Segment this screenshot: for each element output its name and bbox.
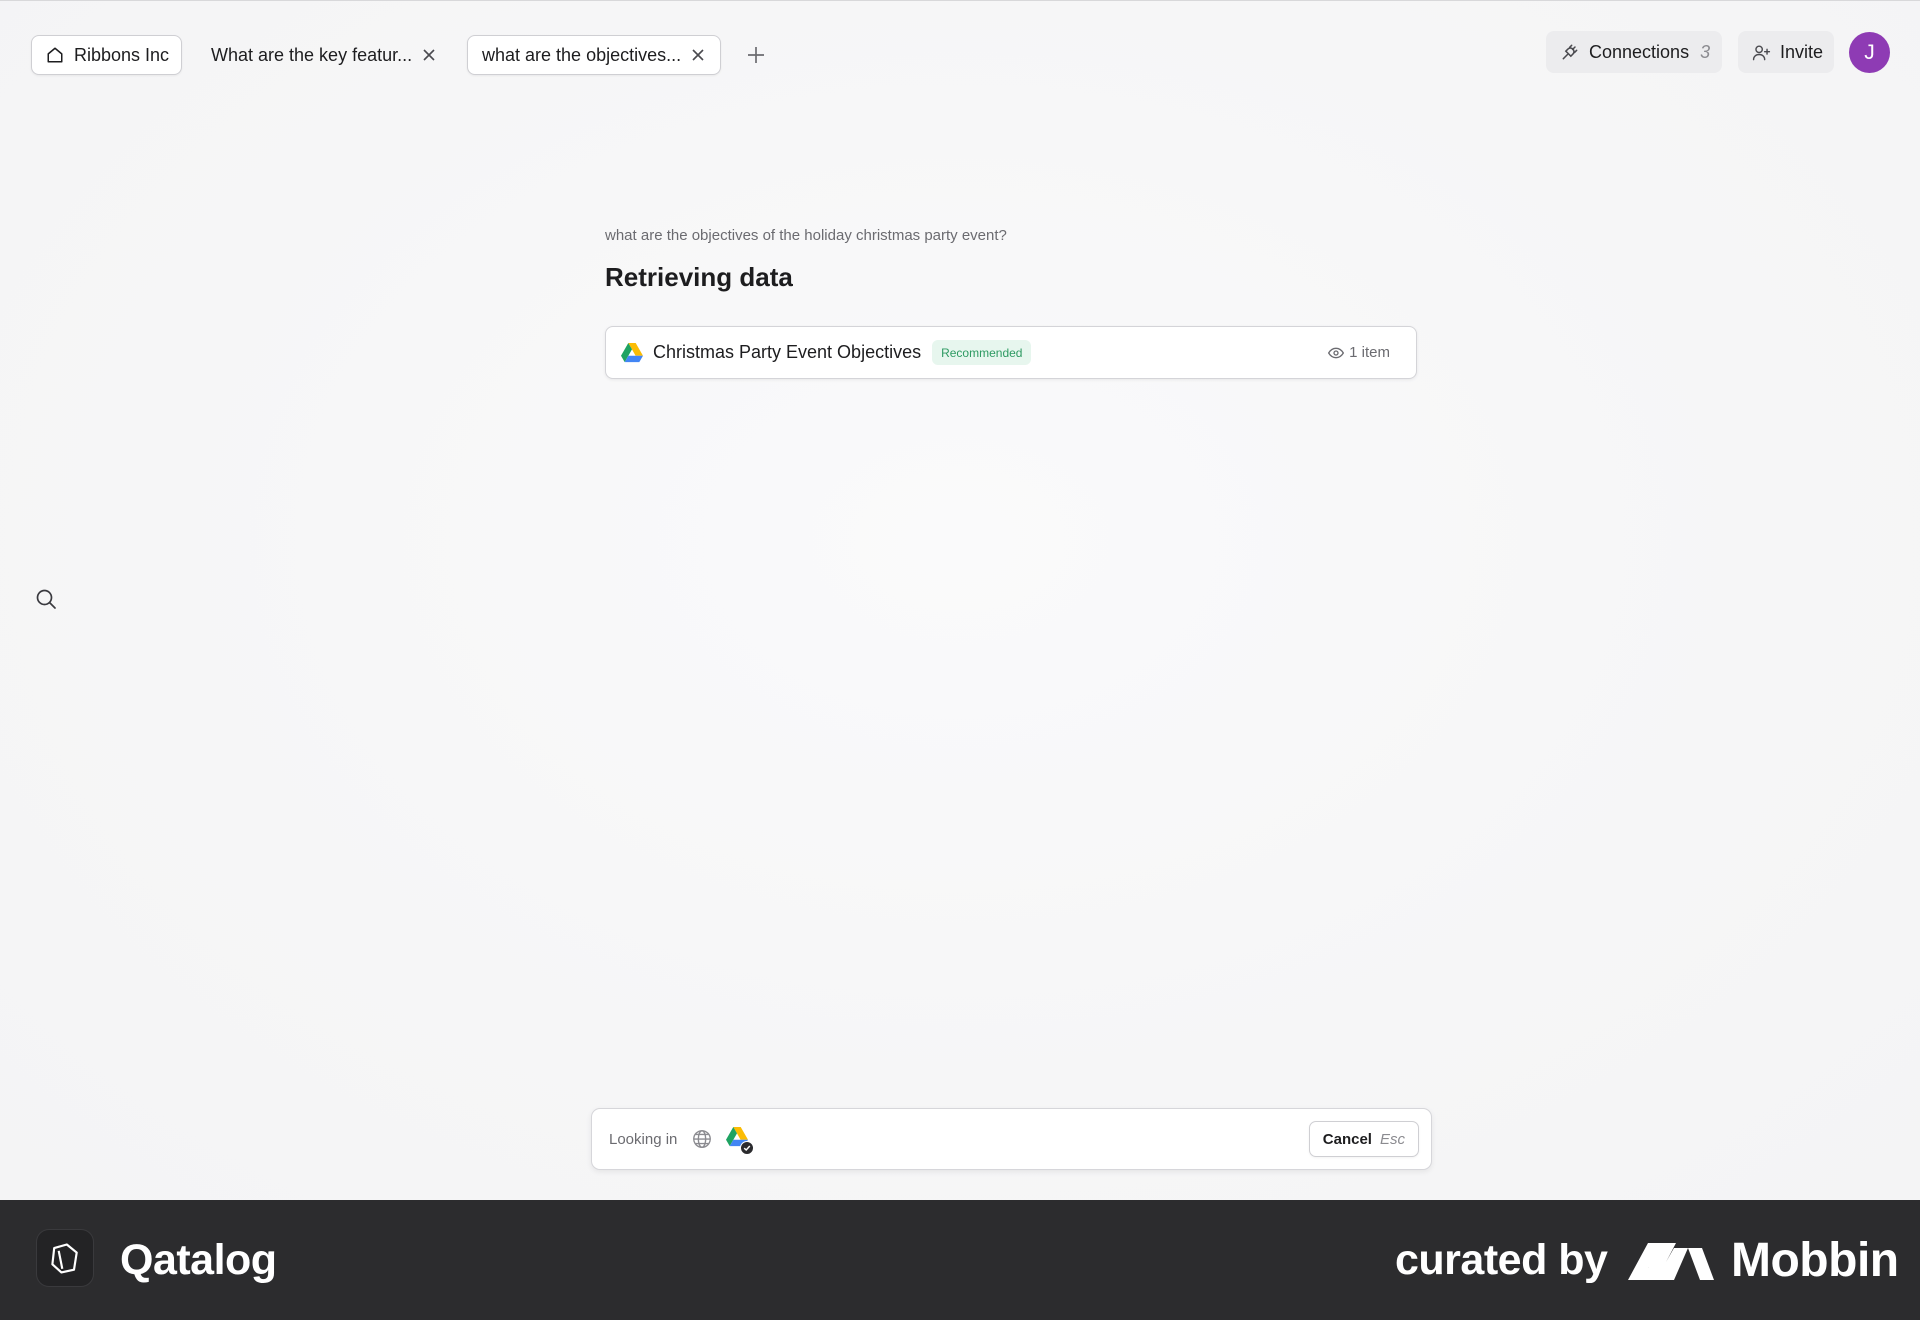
avatar[interactable]: J	[1849, 32, 1890, 73]
qatalog-logo-icon	[37, 1230, 93, 1286]
footer-banner: Qatalog curated by Mobbin	[0, 1200, 1920, 1320]
user-add-icon	[1752, 43, 1771, 62]
looking-in-label: Looking in	[609, 1130, 678, 1148]
cancel-label: Cancel	[1322, 1130, 1372, 1148]
tab-objectives[interactable]: what are the objectives...	[467, 35, 721, 75]
item-count-label: 1 item	[1349, 344, 1390, 361]
plug-icon	[1560, 42, 1580, 62]
close-icon[interactable]	[422, 48, 436, 62]
invite-label: Invite	[1780, 41, 1824, 62]
status-heading: Retrieving data	[605, 262, 793, 292]
tab-label: What are the key featur...	[211, 44, 413, 65]
connections-button[interactable]: Connections 3	[1546, 31, 1722, 73]
globe-icon[interactable]	[691, 1128, 713, 1150]
check-icon	[740, 1141, 755, 1155]
close-icon[interactable]	[691, 48, 705, 62]
status-badge: Recommended	[932, 340, 1032, 365]
google-drive-source[interactable]	[726, 1127, 755, 1155]
google-drive-icon	[621, 342, 643, 363]
brand-name: Qatalog	[120, 1236, 277, 1284]
connections-count: 3	[1700, 41, 1711, 62]
tab-home[interactable]: Ribbons Inc	[31, 35, 182, 75]
query-text: what are the objectives of the holiday c…	[605, 227, 1007, 244]
plus-icon[interactable]	[743, 42, 769, 68]
cancel-shortcut: Esc	[1379, 1130, 1405, 1148]
search-icon[interactable]	[34, 587, 58, 611]
tab-label: what are the objectives...	[482, 44, 682, 65]
item-count: 1 item	[1328, 344, 1390, 361]
result-card[interactable]: Christmas Party Event Objectives Recomme…	[605, 326, 1417, 379]
invite-button[interactable]: Invite	[1738, 31, 1834, 73]
cancel-button[interactable]: Cancel Esc	[1308, 1121, 1419, 1157]
eye-icon	[1328, 347, 1345, 359]
connections-label: Connections	[1589, 41, 1690, 62]
tab-home-label: Ribbons Inc	[74, 44, 170, 65]
app-window: Ribbons Inc What are the key featur... w…	[0, 0, 1920, 1200]
prompt-bar: Looking in Cancel Esc	[591, 1108, 1432, 1170]
result-title: Christmas Party Event Objectives	[653, 342, 922, 362]
mobbin-logo-icon	[1626, 1240, 1716, 1287]
mobbin-wordmark: Mobbin	[1731, 1234, 1899, 1287]
curated-by-text: curated by	[1395, 1236, 1608, 1284]
home-icon	[46, 46, 64, 64]
tab-key-features[interactable]: What are the key featur...	[198, 35, 440, 75]
